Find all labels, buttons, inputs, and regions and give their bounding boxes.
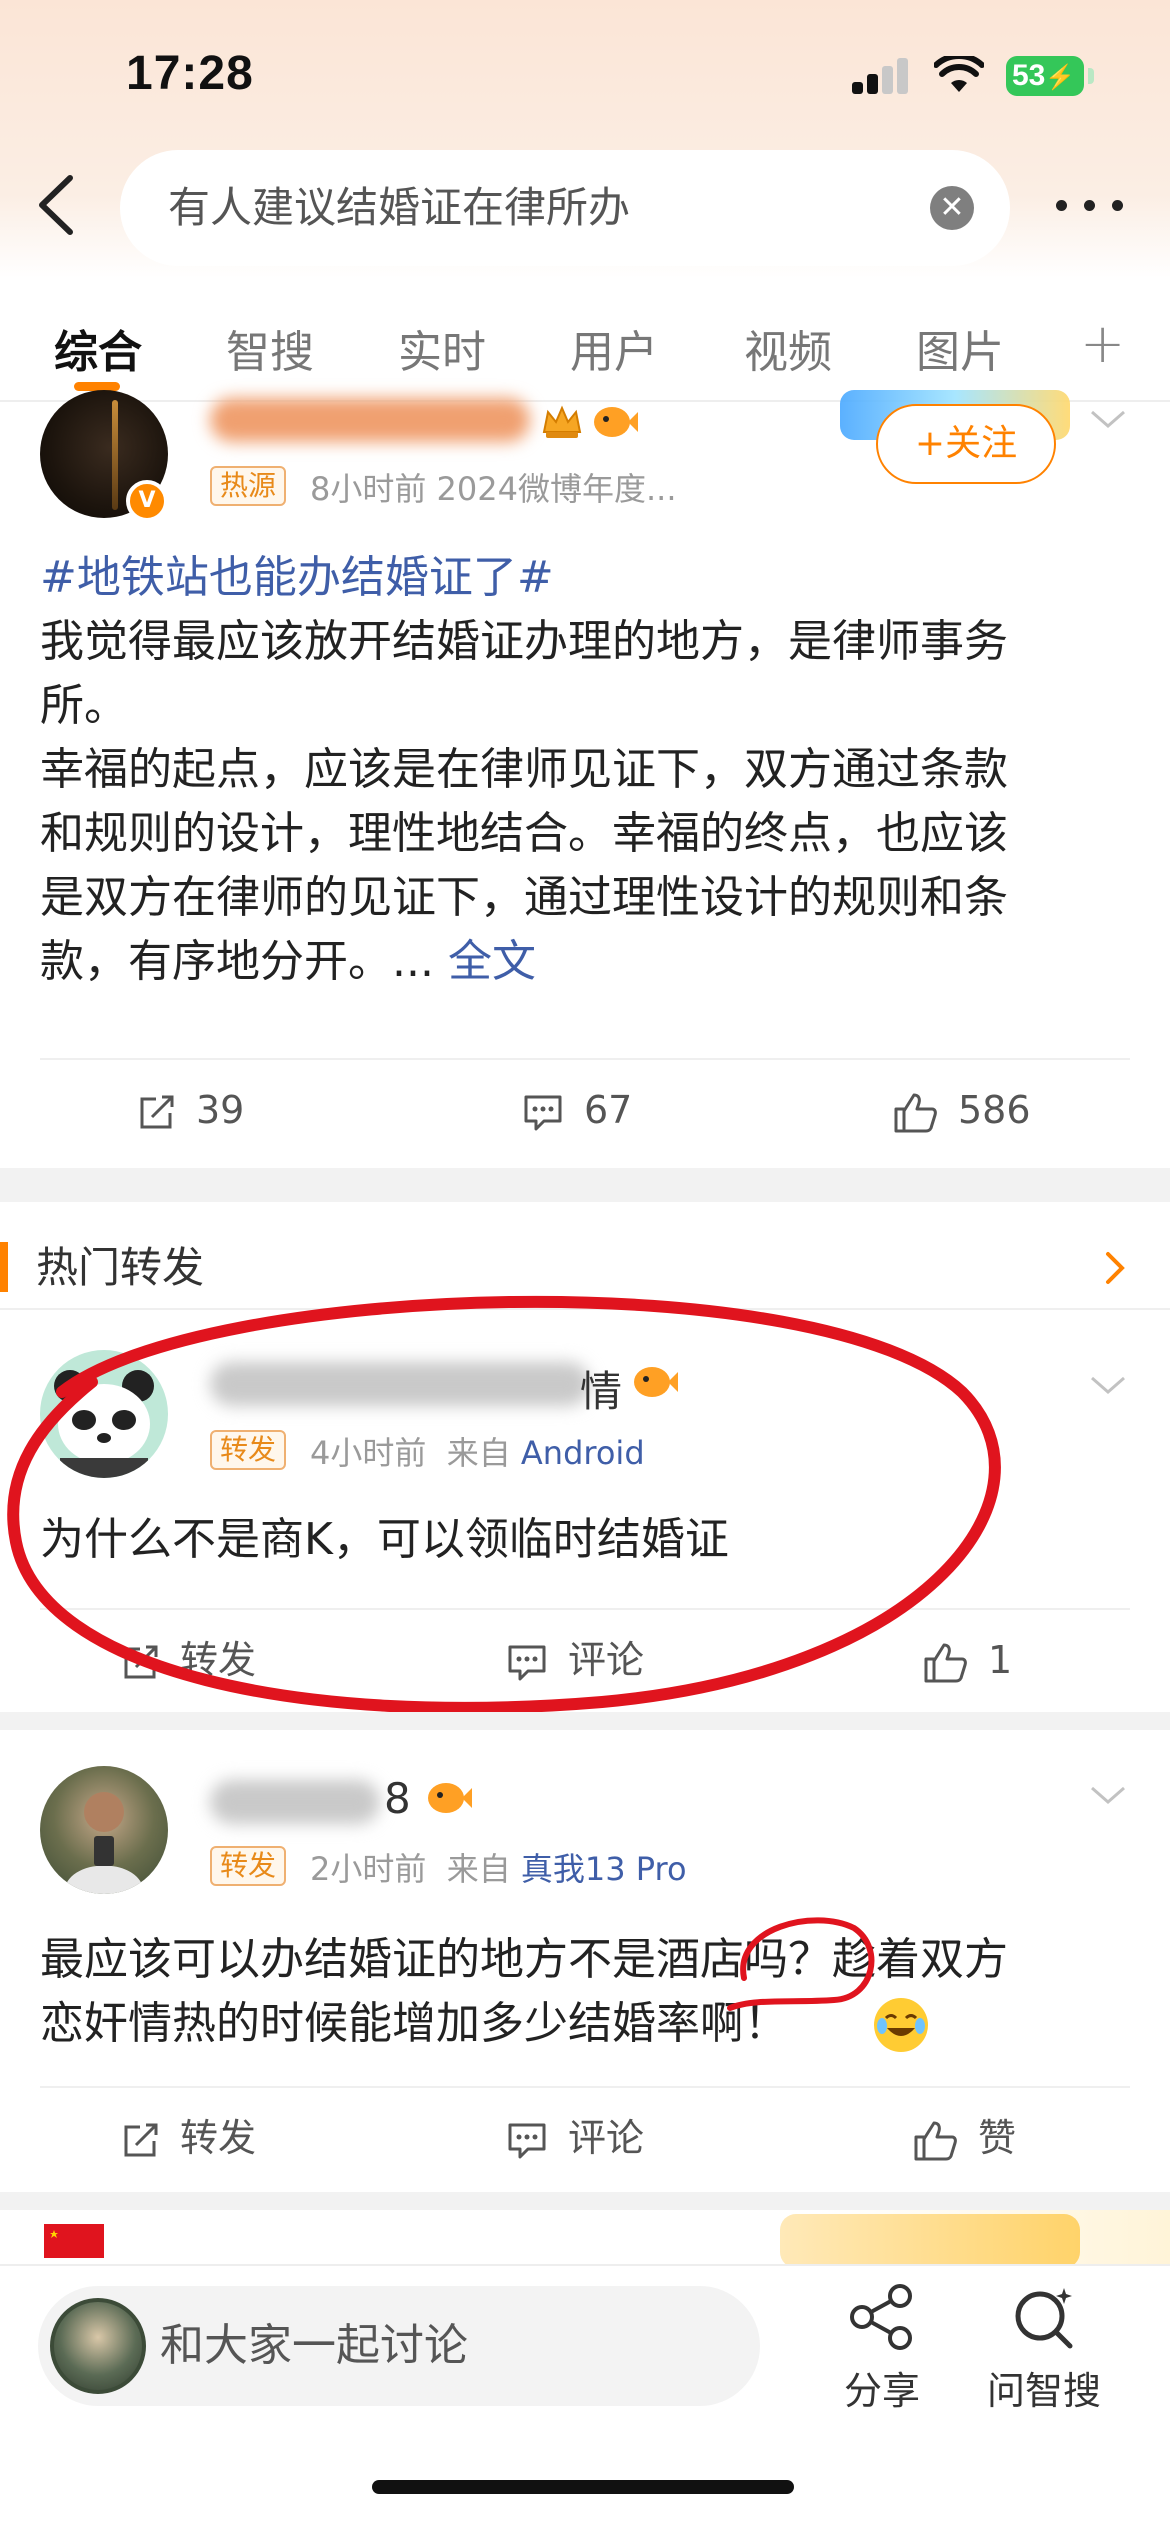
battery-icon: 53⚡ [1006,56,1084,96]
comment-compose-input[interactable]: 和大家一起讨论 [38,2286,760,2406]
repost2-text-line1: 最应该可以办结婚证的地方不是酒店吗？趁着双方 [40,1934,1008,1985]
comment-count: 67 [584,1088,633,1132]
repost2-meta: 2小时前 来自 真我13 Pro [310,1844,687,1890]
search-tabs: 综合 智搜 实时 用户 视频 图片 + [0,298,1170,398]
thumbs-up-icon [914,2121,957,2160]
repost2-comment-label: 评论 [568,2116,645,2160]
promo-banner[interactable] [780,2214,1080,2268]
smart-search-icon [1015,2288,1073,2349]
follow-button[interactable]: +关注 [876,404,1056,484]
thumbs-up-icon [894,1093,937,1132]
section-gap [0,1168,1170,1202]
repost2-menu-chevron-icon[interactable] [1088,1784,1128,1808]
post-line-4: 和规则的设计，理性地结合。幸福的终点，也应该 [40,808,1008,859]
repost2-repost-label: 转发 [180,2116,257,2160]
post-line-3: 幸福的起点，应该是在律师见证下，双方通过条款 [40,744,1008,795]
home-indicator[interactable] [372,2480,794,2494]
repost2-text-line2: 恋奸情热的时候能增加多少结婚率啊！ [40,1992,1130,2056]
hashtag-link[interactable]: #地铁站也能办结婚证了# [40,552,554,603]
post-line-2: 所。 [40,680,128,731]
chevron-right-icon[interactable] [1104,1250,1128,1286]
person-avatar-icon [64,1792,144,1894]
repost2-name-blurred[interactable] [210,1780,380,1824]
repost-icon [140,1095,174,1128]
repost1-menu-chevron-icon[interactable] [1088,1374,1128,1398]
repost2-avatar[interactable] [40,1766,168,1894]
post-line-6: 款，有序地分开。... 全文 [40,930,1130,994]
hot-source-tag: 热源 [210,466,287,506]
more-options-icon[interactable] [1056,196,1126,216]
repost-button[interactable]: 39 [136,1060,244,1160]
comment-icon [524,1095,562,1130]
share-label: 分享 [843,2369,920,2413]
battery-nub [1088,68,1094,84]
repost-tag: 转发 [210,1846,287,1886]
my-avatar [50,2298,146,2394]
repost-icon [124,2123,158,2156]
wifi-icon [934,56,984,92]
tab-users[interactable]: 用户 [570,316,658,380]
repost2-from: 来自 [446,1850,511,1888]
tab-comprehensive[interactable]: 综合 [54,316,142,380]
comment-button[interactable]: 67 [522,1060,632,1160]
share-button[interactable]: 分享 [822,2284,942,2415]
post-actions: 39 67 586 [0,1060,1170,1160]
repost2-source[interactable]: 真我13 Pro [521,1850,687,1888]
add-tab-icon[interactable]: + [1080,312,1125,375]
post-author-name-blurred[interactable] [210,398,530,442]
ask-label: 问智搜 [986,2369,1101,2413]
share-icon [850,2284,912,2350]
post-menu-chevron-icon[interactable] [1088,408,1128,432]
repost2-time: 2小时前 [310,1850,427,1888]
feed-gap [0,2192,1170,2212]
back-arrow-icon[interactable] [26,170,86,240]
search-query: 有人建议结婚证在律所办 [168,183,631,232]
repost2-actions: 转发 评论 赞 [0,2088,1170,2188]
like-button[interactable]: 586 [892,1060,1031,1160]
post-last-line: 款，有序地分开。... [40,936,448,987]
post-line-5: 是双方在律师的见证下，通过理性设计的规则和条 [40,872,1008,923]
next-item-peek [0,2210,1170,2268]
tab-images[interactable]: 图片 [916,316,1004,380]
repost2-like-label: 赞 [978,2116,1017,2160]
clear-search-icon[interactable]: ✕ [930,186,974,230]
search-input[interactable]: 有人建议结婚证在律所办 ✕ [120,150,1010,266]
status-time: 17:28 [126,47,254,100]
post-meta: 8小时前 2024微博年度... [310,470,677,508]
repost-gap [0,1712,1170,1730]
tab-smart-search[interactable]: 智搜 [226,316,314,380]
compose-placeholder: 和大家一起讨论 [160,2320,468,2371]
crown-badge-icon [542,405,582,438]
battery-level: 53 [1012,59,1046,92]
tab-videos[interactable]: 视频 [744,316,832,380]
ask-smart-search-button[interactable]: 问智搜 [984,2284,1104,2415]
cellular-signal-icon [852,58,910,94]
tab-realtime[interactable]: 实时 [398,316,486,380]
post-line-1: 我觉得最应该放开结婚证办理的地方，是律师事务 [40,616,1008,667]
full-text-link[interactable]: 全文 [448,936,536,987]
repost2-name-visible[interactable]: 8 [384,1774,411,1823]
post-hashtag-line: #地铁站也能办结婚证了# [40,546,1130,610]
verified-badge-icon: V [126,480,168,522]
repost-count: 39 [196,1088,245,1132]
comment-icon [508,2123,546,2158]
fan-badge-icon [594,407,638,437]
flag-icon [44,2224,104,2258]
red-annotation-circle [727,1917,875,2011]
repost2-comment-button[interactable]: 评论 [506,2088,644,2188]
like-count: 586 [958,1088,1031,1132]
red-annotation-ellipse [7,1295,1001,1714]
repost2-text-line2-content: 恋奸情热的时候能增加多少结婚率啊！ [40,1998,788,2049]
repost2-repost-button[interactable]: 转发 [120,2088,256,2188]
repost2-like-button[interactable]: 赞 [912,2088,1016,2188]
fan-badge-icon [428,1783,472,1813]
